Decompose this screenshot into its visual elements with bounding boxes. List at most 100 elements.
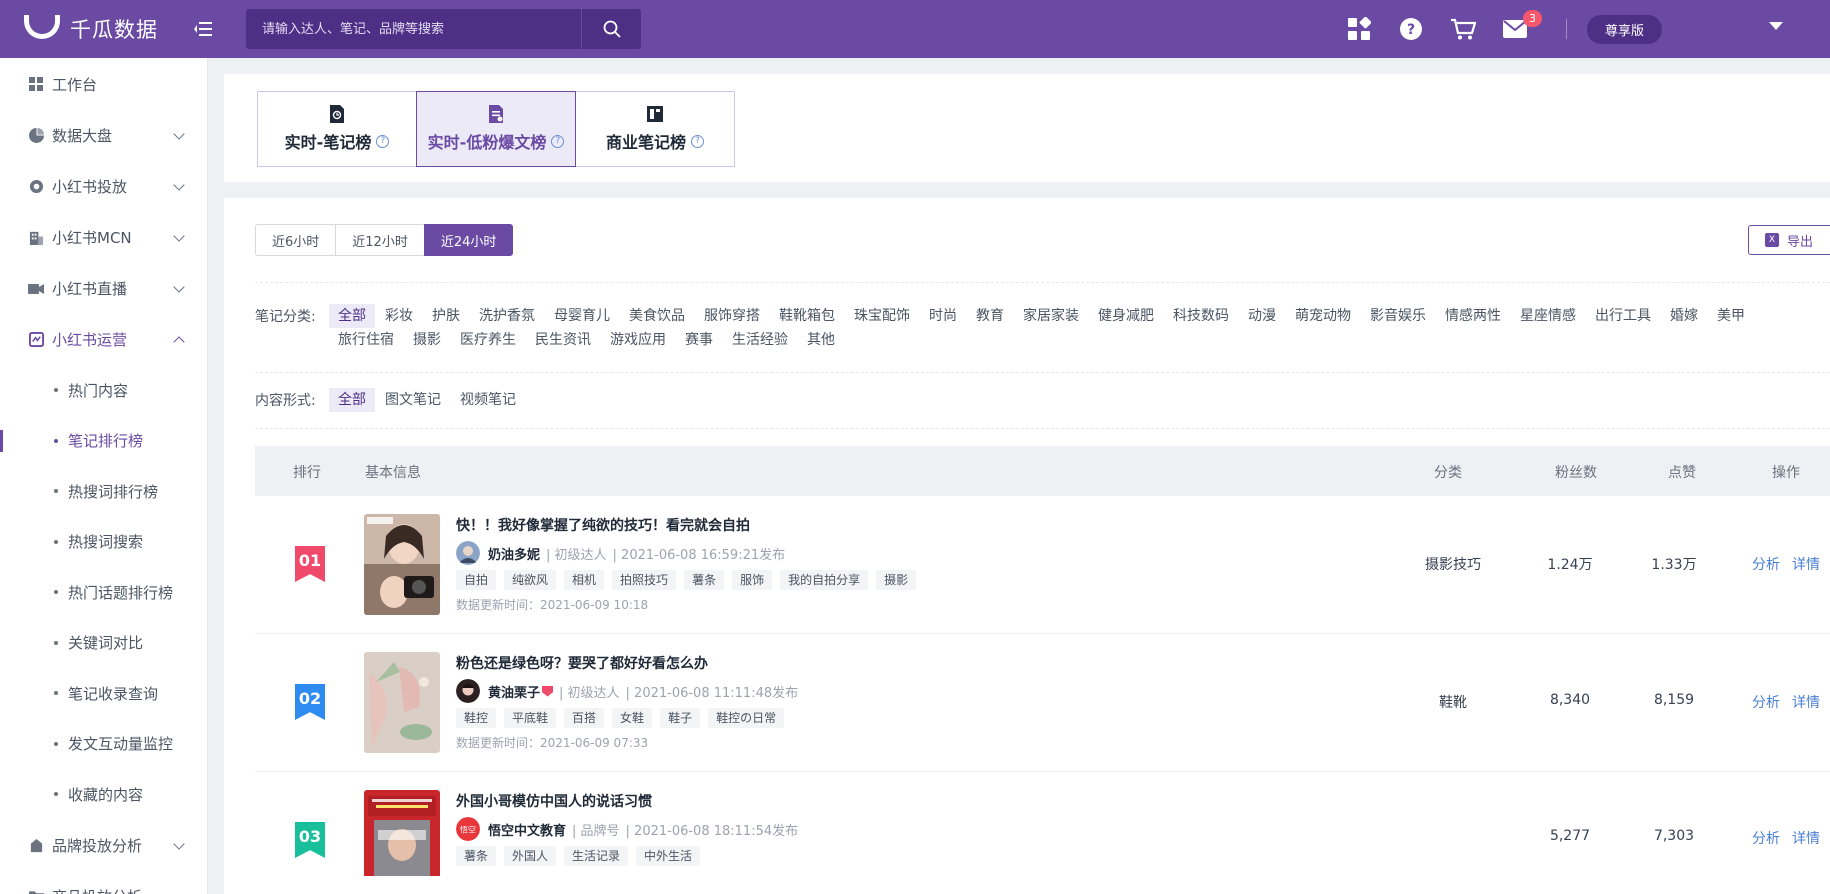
note-title[interactable]: 快！！我好像掌握了纯欲的技巧！看完就会自拍 [456,515,750,535]
filter-option[interactable]: 旅行住宿 [329,328,403,352]
filter-option[interactable]: 影音娱乐 [1361,304,1435,328]
filter-option[interactable]: 情感两性 [1436,304,1510,328]
filter-option-all[interactable]: 全部 [329,304,375,328]
note-title[interactable]: 外国小哥模仿中国人的说话习惯 [456,791,652,811]
note-thumbnail[interactable] [364,652,440,753]
tab-12h[interactable]: 近12小时 [335,224,425,256]
note-thumbnail[interactable] [364,514,440,615]
filter-option[interactable]: 鞋靴箱包 [770,304,844,328]
help-icon[interactable]: ? [691,134,704,148]
tab-commercial-notes[interactable]: 商业笔记榜? [575,91,735,167]
table-row: 03 外国小哥模仿中国人的说话习惯 悟空 悟空中文教育 | 品牌号 | 2021… [255,772,1830,894]
sidebar-sub-item[interactable]: 收藏的内容 [0,769,207,820]
filter-option[interactable]: 动漫 [1239,304,1285,328]
filter-option[interactable]: 洗护香氛 [470,304,544,328]
author-name[interactable]: 悟空中文教育 [488,820,566,839]
sidebar-sub-item[interactable]: 热门内容 [0,365,207,416]
filter-option[interactable]: 视频笔记 [451,388,525,412]
sidebar-item-product-analysis[interactable]: 商品投放分析 [0,871,207,894]
filter-option[interactable]: 家居家装 [1014,304,1088,328]
detail-link[interactable]: 详情 [1792,692,1820,712]
avatar[interactable]: 悟空 [456,817,480,841]
filter-option[interactable]: 萌宠动物 [1286,304,1360,328]
vip-badge[interactable]: 尊享版 [1587,14,1663,44]
detail-link[interactable]: 详情 [1792,554,1820,574]
help-icon[interactable]: ? [1398,16,1424,42]
sidebar-sub-item[interactable]: 笔记收录查询 [0,668,207,719]
avatar[interactable] [456,541,480,565]
help-icon[interactable]: ? [376,134,390,148]
tab-realtime-low-fan-viral[interactable]: 实时-低粉爆文榜? [416,91,576,167]
note-category: 鞋靴 [1439,695,1467,711]
tab-24h[interactable]: 近24小时 [423,224,514,256]
logo-icon [24,15,60,39]
sidebar-sub-item[interactable]: 关键词对比 [0,618,207,669]
filter-option[interactable]: 护肤 [423,304,469,328]
filter-option[interactable]: 民生资讯 [526,328,600,352]
filter-option[interactable]: 游戏应用 [601,328,675,352]
filter-option[interactable]: 母婴育儿 [545,304,619,328]
sidebar-sub-item[interactable]: 热搜词搜索 [0,517,207,568]
sidebar-item-brand-analysis[interactable]: 品牌投放分析 [0,820,207,871]
filter-option[interactable]: 美甲 [1708,304,1754,328]
tag: 鞋控の日常 [708,708,785,728]
logo[interactable]: 千瓜数据 [24,14,188,44]
note-title[interactable]: 粉色还是绿色呀？要哭了都好好看怎么办 [456,653,708,673]
analyze-link[interactable]: 分析 [1752,692,1780,712]
tab-6h[interactable]: 近6小时 [255,224,337,256]
analyze-link[interactable]: 分析 [1752,554,1780,574]
cart-icon[interactable] [1450,16,1476,42]
user-dropdown-icon[interactable] [1769,22,1783,30]
menu-collapse-icon[interactable] [188,14,218,44]
filter-option[interactable]: 彩妆 [376,304,422,328]
tag: 摄影 [876,570,917,590]
help-icon[interactable]: ? [551,134,565,148]
apps-icon[interactable] [1346,16,1372,42]
filter-option[interactable]: 赛事 [676,328,722,352]
sidebar-item-xhs-ads[interactable]: 小红书投放 [0,161,207,212]
sidebar-sub-item-note-ranking[interactable]: 笔记排行榜 [0,416,207,467]
filter-option[interactable]: 摄影 [404,328,450,352]
filter-option-all[interactable]: 全部 [329,388,375,412]
rank-badge: 01 [295,546,325,582]
filter-option[interactable]: 其他 [798,328,844,352]
sidebar-item-data-overview[interactable]: 数据大盘 [0,110,207,161]
filter-option[interactable]: 科技数码 [1164,304,1238,328]
detail-link[interactable]: 详情 [1792,828,1820,848]
sidebar-sub-item[interactable]: 热搜词排行榜 [0,466,207,517]
author-name[interactable]: 奶油多妮 [488,544,540,563]
sidebar-item-workbench[interactable]: 工作台 [0,58,207,110]
filter-option[interactable]: 图文笔记 [376,388,450,412]
sidebar-item-xhs-operation[interactable]: 小红书运营 [0,314,207,365]
dashboard-icon [28,76,44,92]
filter-option[interactable]: 教育 [967,304,1013,328]
filter-option[interactable]: 医疗养生 [451,328,525,352]
search-button[interactable] [581,9,641,49]
export-button[interactable]: X 导出 [1748,225,1830,255]
sidebar-sub-item[interactable]: 热门话题排行榜 [0,567,207,618]
filter-option[interactable]: 服饰穿搭 [695,304,769,328]
filter-option[interactable]: 珠宝配饰 [845,304,919,328]
sidebar-sub-item[interactable]: 发文互动量监控 [0,719,207,770]
filter-option[interactable]: 健身减肥 [1089,304,1163,328]
filter-option[interactable]: 婚嫁 [1661,304,1707,328]
note-thumbnail[interactable] [364,790,440,876]
filter-option[interactable]: 星座情感 [1511,304,1585,328]
analyze-link[interactable]: 分析 [1752,828,1780,848]
tag: 薯条 [684,570,725,590]
filter-option[interactable]: 美食饮品 [620,304,694,328]
likes-count: 1.33万 [1651,557,1697,573]
tab-realtime-notes[interactable]: 实时-笔记榜? [257,91,417,167]
filter-option[interactable]: 出行工具 [1586,304,1660,328]
sidebar-item-xhs-mcn[interactable]: 小红书MCN [0,212,207,263]
tag: 相机 [564,570,605,590]
sidebar: 工作台 数据大盘 小红书投放 小红书MCN 小红书直播 小红书运营 热门内容 笔… [0,58,208,894]
avatar[interactable] [456,679,480,703]
filter-option[interactable]: 时尚 [920,304,966,328]
sidebar-item-xhs-live[interactable]: 小红书直播 [0,263,207,314]
filter-option[interactable]: 生活经验 [723,328,797,352]
search-input[interactable] [246,9,581,49]
mail-icon[interactable]: 3 [1502,10,1542,42]
author-level: | 初级达人 [546,547,607,563]
author-name[interactable]: 黄油栗子 [488,682,540,701]
